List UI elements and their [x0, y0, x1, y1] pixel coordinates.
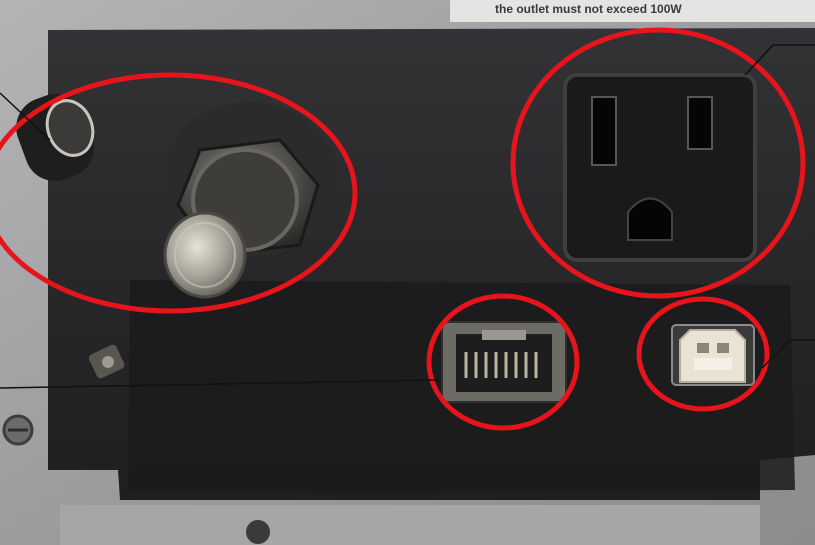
- bottom-screw: [246, 520, 270, 544]
- usb-b-port: [671, 324, 755, 386]
- device-rear-panel-photo: the outlet must not exceed 100W: [0, 0, 815, 545]
- ethernet-port: [441, 321, 567, 403]
- top-label-text: the outlet must not exceed 100W: [495, 2, 682, 16]
- ac-power-outlet: [563, 73, 757, 262]
- bottom-plate: [60, 505, 760, 545]
